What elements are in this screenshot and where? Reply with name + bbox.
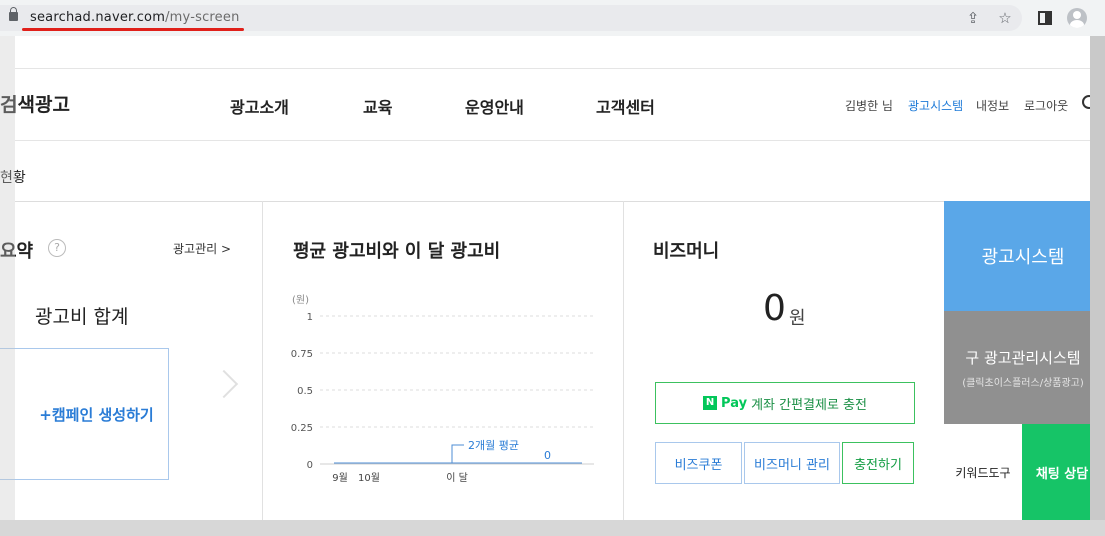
left-overlay-strip xyxy=(0,36,15,520)
column-divider xyxy=(623,201,624,521)
ad-manage-link[interactable]: 광고관리 > xyxy=(173,240,231,257)
profile-icon[interactable] xyxy=(1067,8,1087,28)
average-callout-line xyxy=(451,444,464,463)
screen: searchad.naver.com/my-screen ⇪ ☆ 검색광고 광고… xyxy=(0,0,1105,536)
cost-chart-title: 평균 광고비와 이 달 광고비 xyxy=(293,241,501,262)
x-tick-label: 10월 xyxy=(358,472,380,484)
url-host: searchad.naver.com xyxy=(30,10,166,25)
npay-pay-label: Pay xyxy=(721,395,748,411)
x-tick-label: 9월 xyxy=(332,472,348,484)
chart-gridlines xyxy=(320,315,594,465)
y-tick-label: 0.75 xyxy=(291,349,313,360)
biz-coupon-button[interactable]: 비즈쿠폰 xyxy=(655,442,742,484)
keyword-tool-tile[interactable]: 키워드도구 xyxy=(944,424,1022,521)
side-panel-icon[interactable] xyxy=(1038,11,1052,25)
lock-icon[interactable] xyxy=(9,7,18,21)
old-ad-system-label: 구 광고관리시스템 xyxy=(965,349,1081,367)
url-highlight-underline xyxy=(22,28,244,31)
bottom-overlay-strip xyxy=(0,520,1105,536)
create-campaign-label: +캠페인 생성하기 xyxy=(39,405,154,424)
url-path: /my-screen xyxy=(165,10,240,25)
npay-charge-button[interactable]: N Pay 계좌 간편결제로 충전 xyxy=(655,382,915,424)
bizmoney-title: 비즈머니 xyxy=(653,241,720,262)
bizmoney-unit: 원 xyxy=(789,308,806,329)
help-icon[interactable]: ? xyxy=(48,239,66,257)
old-ad-system-sublabel: (클릭초이스플러스/상품광고) xyxy=(962,378,1084,389)
y-tick-label: 1 xyxy=(307,312,313,323)
ad-system-tile[interactable]: 광고시스템 xyxy=(944,201,1102,311)
y-tick-label: 0.5 xyxy=(297,386,313,397)
scrollbar-track[interactable] xyxy=(1090,36,1105,536)
charge-button[interactable]: 충전하기 xyxy=(842,442,914,484)
bookmark-star-icon[interactable]: ☆ xyxy=(996,9,1014,27)
create-campaign-button[interactable]: +캠페인 생성하기 xyxy=(0,348,169,480)
ad-cost-total-label: 광고비 합계 xyxy=(35,306,129,328)
average-annotation: 2개월 평균 xyxy=(468,439,519,452)
old-ad-system-tile[interactable]: 구 광고관리시스템 (클릭초이스플러스/상품광고) xyxy=(944,311,1102,424)
naver-pay-icon: N xyxy=(703,396,718,410)
bizmoney-manage-button[interactable]: 비즈머니 관리 xyxy=(744,442,840,484)
y-tick-label: 0.25 xyxy=(291,423,313,434)
cost-chart: (원) 1 0.75 0.5 0.25 0 9월 10월 이 달 2개월 평균 0 xyxy=(291,294,594,484)
y-tick-label: 0 xyxy=(307,460,313,471)
x-tick-label: 이 달 xyxy=(446,472,468,484)
chart-x-ticks: 9월 10월 이 달 xyxy=(332,472,468,484)
current-month-value-label: 0 xyxy=(544,449,551,462)
bizmoney-amount: 0 xyxy=(763,288,786,329)
url-text[interactable]: searchad.naver.com/my-screen xyxy=(30,10,240,25)
dashboard: 요약 ? 광고관리 > 광고비 합계 +캠페인 생성하기 평균 광고비와 이 달… xyxy=(0,36,1102,521)
browser-toolbar: searchad.naver.com/my-screen ⇪ ☆ xyxy=(0,0,1105,36)
chart-y-ticks: 1 0.75 0.5 0.25 0 xyxy=(291,312,313,471)
npay-charge-label: 계좌 간편결제로 충전 xyxy=(751,397,867,413)
chart-ylabel: (원) xyxy=(292,294,309,306)
column-divider xyxy=(262,201,263,521)
share-icon[interactable]: ⇪ xyxy=(964,9,982,27)
